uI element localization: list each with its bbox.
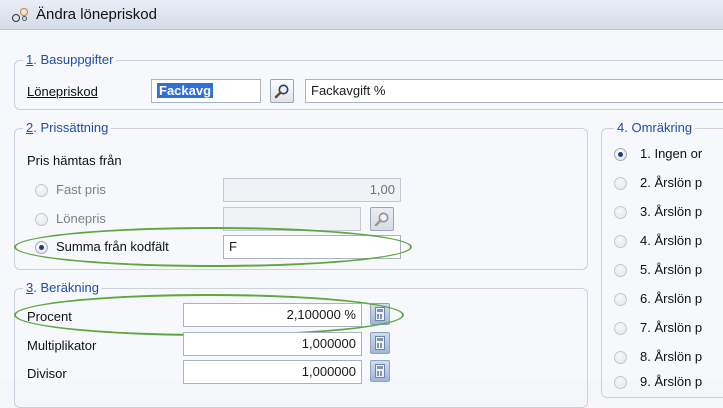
- omrakning-radio-5[interactable]: [614, 264, 627, 277]
- calculator-icon: [375, 307, 385, 321]
- summa-kodfalt-radio[interactable]: [35, 241, 48, 254]
- pris-hamtas-fran-label: Pris hämtas från: [27, 153, 122, 168]
- price-code-app-icon: [12, 7, 30, 23]
- omrakning-legend: 4. Omräkring: [614, 120, 696, 135]
- fast-pris-radio[interactable]: [35, 184, 48, 197]
- multiplikator-calc-button[interactable]: [370, 332, 390, 354]
- summa-kodfalt-label: Summa från kodfält: [56, 239, 169, 254]
- procent-label: Procent: [27, 309, 72, 324]
- omrakning-label-4: 4. Årslön p: [640, 233, 703, 248]
- lonepris-lookup-button[interactable]: [370, 207, 394, 231]
- magnifier-icon: [374, 212, 389, 227]
- omrakning-radio-8[interactable]: [614, 351, 627, 364]
- omrakning-label-8: 8. Årslön p: [640, 349, 703, 364]
- window-title: Ändra lönepriskod: [36, 6, 157, 23]
- berakning-legend: 3. Beräkning: [23, 280, 102, 295]
- multiplikator-label: Multiplikator: [27, 338, 97, 353]
- omrakning-label-1: 1. Ingen or: [640, 146, 703, 161]
- omrakning-radio-4[interactable]: [614, 235, 627, 248]
- divisor-calc-button[interactable]: [370, 360, 390, 382]
- lonepris-input[interactable]: [223, 207, 361, 231]
- multiplikator-input[interactable]: 1,000000: [183, 332, 362, 356]
- prissattning-legend: 2. Prissättning: [23, 120, 112, 135]
- procent-calc-button[interactable]: [370, 303, 390, 325]
- divisor-input[interactable]: 1,000000: [183, 360, 362, 384]
- description-input[interactable]: Fackavgift %: [305, 79, 723, 103]
- omrakning-label-6: 6. Årslön p: [640, 291, 703, 306]
- title-bar: Ändra lönepriskod: [0, 0, 723, 30]
- omrakning-label-7: 7. Årslön p: [640, 320, 703, 335]
- lonepris-radio[interactable]: [35, 213, 48, 226]
- omrakning-radio-1[interactable]: [614, 148, 627, 161]
- lonepriskod-label: Lönepriskod: [27, 84, 98, 99]
- omrakning-radio-9[interactable]: [614, 376, 627, 389]
- divisor-label: Divisor: [27, 366, 67, 381]
- omrakning-radio-6[interactable]: [614, 293, 627, 306]
- omrakning-label-3: 3. Årslön p: [640, 204, 703, 219]
- summa-kodfalt-input[interactable]: F: [223, 235, 401, 259]
- procent-input[interactable]: 2,100000 %: [183, 303, 362, 327]
- omrakning-label-9: 9. Årslön p: [640, 374, 703, 389]
- omrakning-label-5: 5. Årslön p: [640, 262, 703, 277]
- lonepriskod-value: Fackavg: [157, 83, 214, 98]
- magnifier-icon: [274, 84, 289, 99]
- omrakning-radio-3[interactable]: [614, 206, 627, 219]
- calculator-icon: [375, 336, 385, 350]
- fast-pris-input[interactable]: 1,00: [223, 178, 401, 202]
- fast-pris-label: Fast pris: [56, 182, 106, 197]
- dialog-content: 1. Basuppgifter Lönepriskod Fackavg Fack…: [0, 30, 723, 408]
- lonepriskod-lookup-button[interactable]: [270, 79, 294, 103]
- lonepris-label: Lönepris: [56, 211, 106, 226]
- lonepriskod-input[interactable]: Fackavg: [151, 79, 261, 103]
- calculator-icon: [375, 364, 385, 378]
- omrakning-label-2: 2. Årslön p: [640, 175, 703, 190]
- omrakning-radio-7[interactable]: [614, 322, 627, 335]
- omrakning-radio-2[interactable]: [614, 177, 627, 190]
- basuppgifter-legend: 1. Basuppgifter: [23, 52, 117, 67]
